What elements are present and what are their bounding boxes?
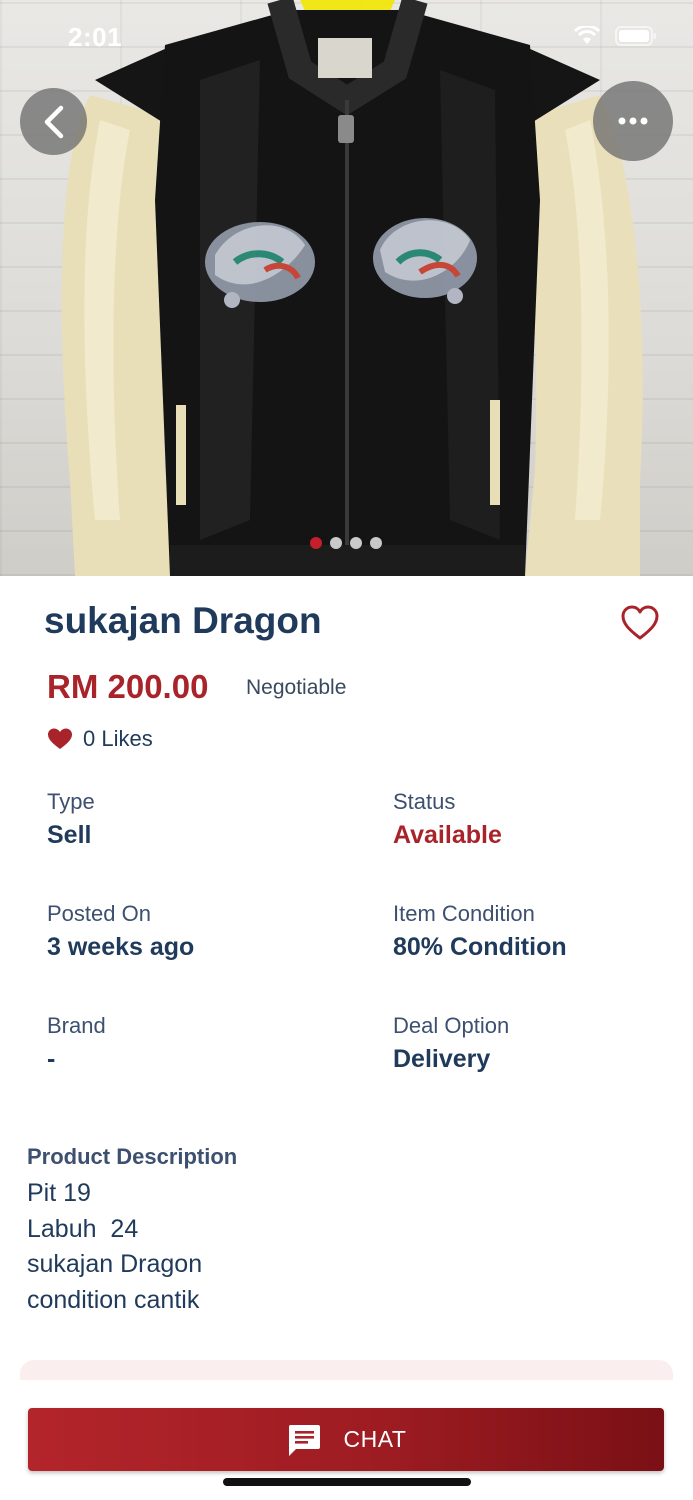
description-line: Pit 19: [27, 1179, 91, 1207]
description-line: sukajan Dragon: [27, 1250, 203, 1278]
home-indicator: [223, 1478, 471, 1486]
favorite-button[interactable]: [620, 604, 660, 644]
status-bar: 2:01: [0, 0, 693, 80]
attribute-label: Type: [47, 789, 95, 814]
attribute-item-condition: Item Condition 80% Condition: [393, 901, 567, 962]
likes-count: 0 Likes: [47, 726, 153, 752]
heart-outline-icon: [621, 605, 659, 640]
price-negotiable-label: Negotiable: [246, 676, 347, 699]
wifi-icon: [573, 26, 601, 44]
attribute-brand: Brand -: [47, 1013, 106, 1074]
ellipsis-icon: [618, 117, 648, 125]
message-icon: [288, 1424, 320, 1456]
attribute-value: Delivery: [393, 1045, 491, 1073]
attribute-label: Item Condition: [393, 901, 535, 926]
attribute-value: 80% Condition: [393, 933, 567, 961]
product-photo[interactable]: 2:01: [0, 0, 693, 576]
attribute-value: Sell: [47, 821, 92, 849]
gallery-page-indicator[interactable]: [310, 537, 382, 549]
page-dot[interactable]: [330, 537, 342, 549]
page-dot[interactable]: [310, 537, 322, 549]
description-line: condition cantik: [27, 1285, 200, 1314]
attribute-label: Deal Option: [393, 1013, 510, 1038]
more-options-button[interactable]: [593, 81, 673, 161]
attribute-status: Status Available: [393, 789, 502, 850]
chat-button-label: CHAT: [343, 1426, 407, 1452]
status-value: Available: [393, 821, 502, 849]
product-price: RM 200.00: [47, 668, 209, 705]
jacket-image: [61, 0, 643, 576]
attribute-label: Status: [393, 789, 456, 814]
attribute-label: Brand: [47, 1013, 106, 1038]
attribute-label: Posted On: [47, 901, 151, 926]
battery-icon: [615, 26, 656, 46]
status-time: 2:01: [68, 22, 123, 52]
attribute-deal-option: Deal Option Delivery: [393, 1013, 509, 1074]
back-button[interactable]: [20, 88, 87, 155]
description-heading: Product Description: [27, 1144, 238, 1169]
page-dot[interactable]: [350, 537, 362, 549]
heart-filled-icon: [48, 728, 72, 749]
product-description: Pit 19 Labuh 24 sukajan Dragon condition…: [27, 1176, 202, 1318]
likes-text: 0 Likes: [83, 726, 153, 751]
attribute-value: 3 weeks ago: [47, 933, 195, 961]
description-line: Labuh 24: [27, 1214, 139, 1243]
attribute-type: Type Sell: [47, 789, 95, 850]
next-section-card: [20, 1360, 673, 1382]
chevron-left-icon: [44, 105, 63, 138]
chat-button[interactable]: CHAT: [28, 1408, 664, 1471]
attribute-value: -: [47, 1045, 56, 1073]
attribute-posted-on: Posted On 3 weeks ago: [47, 901, 194, 962]
product-title: sukajan Dragon: [44, 600, 322, 641]
page-dot[interactable]: [370, 537, 382, 549]
